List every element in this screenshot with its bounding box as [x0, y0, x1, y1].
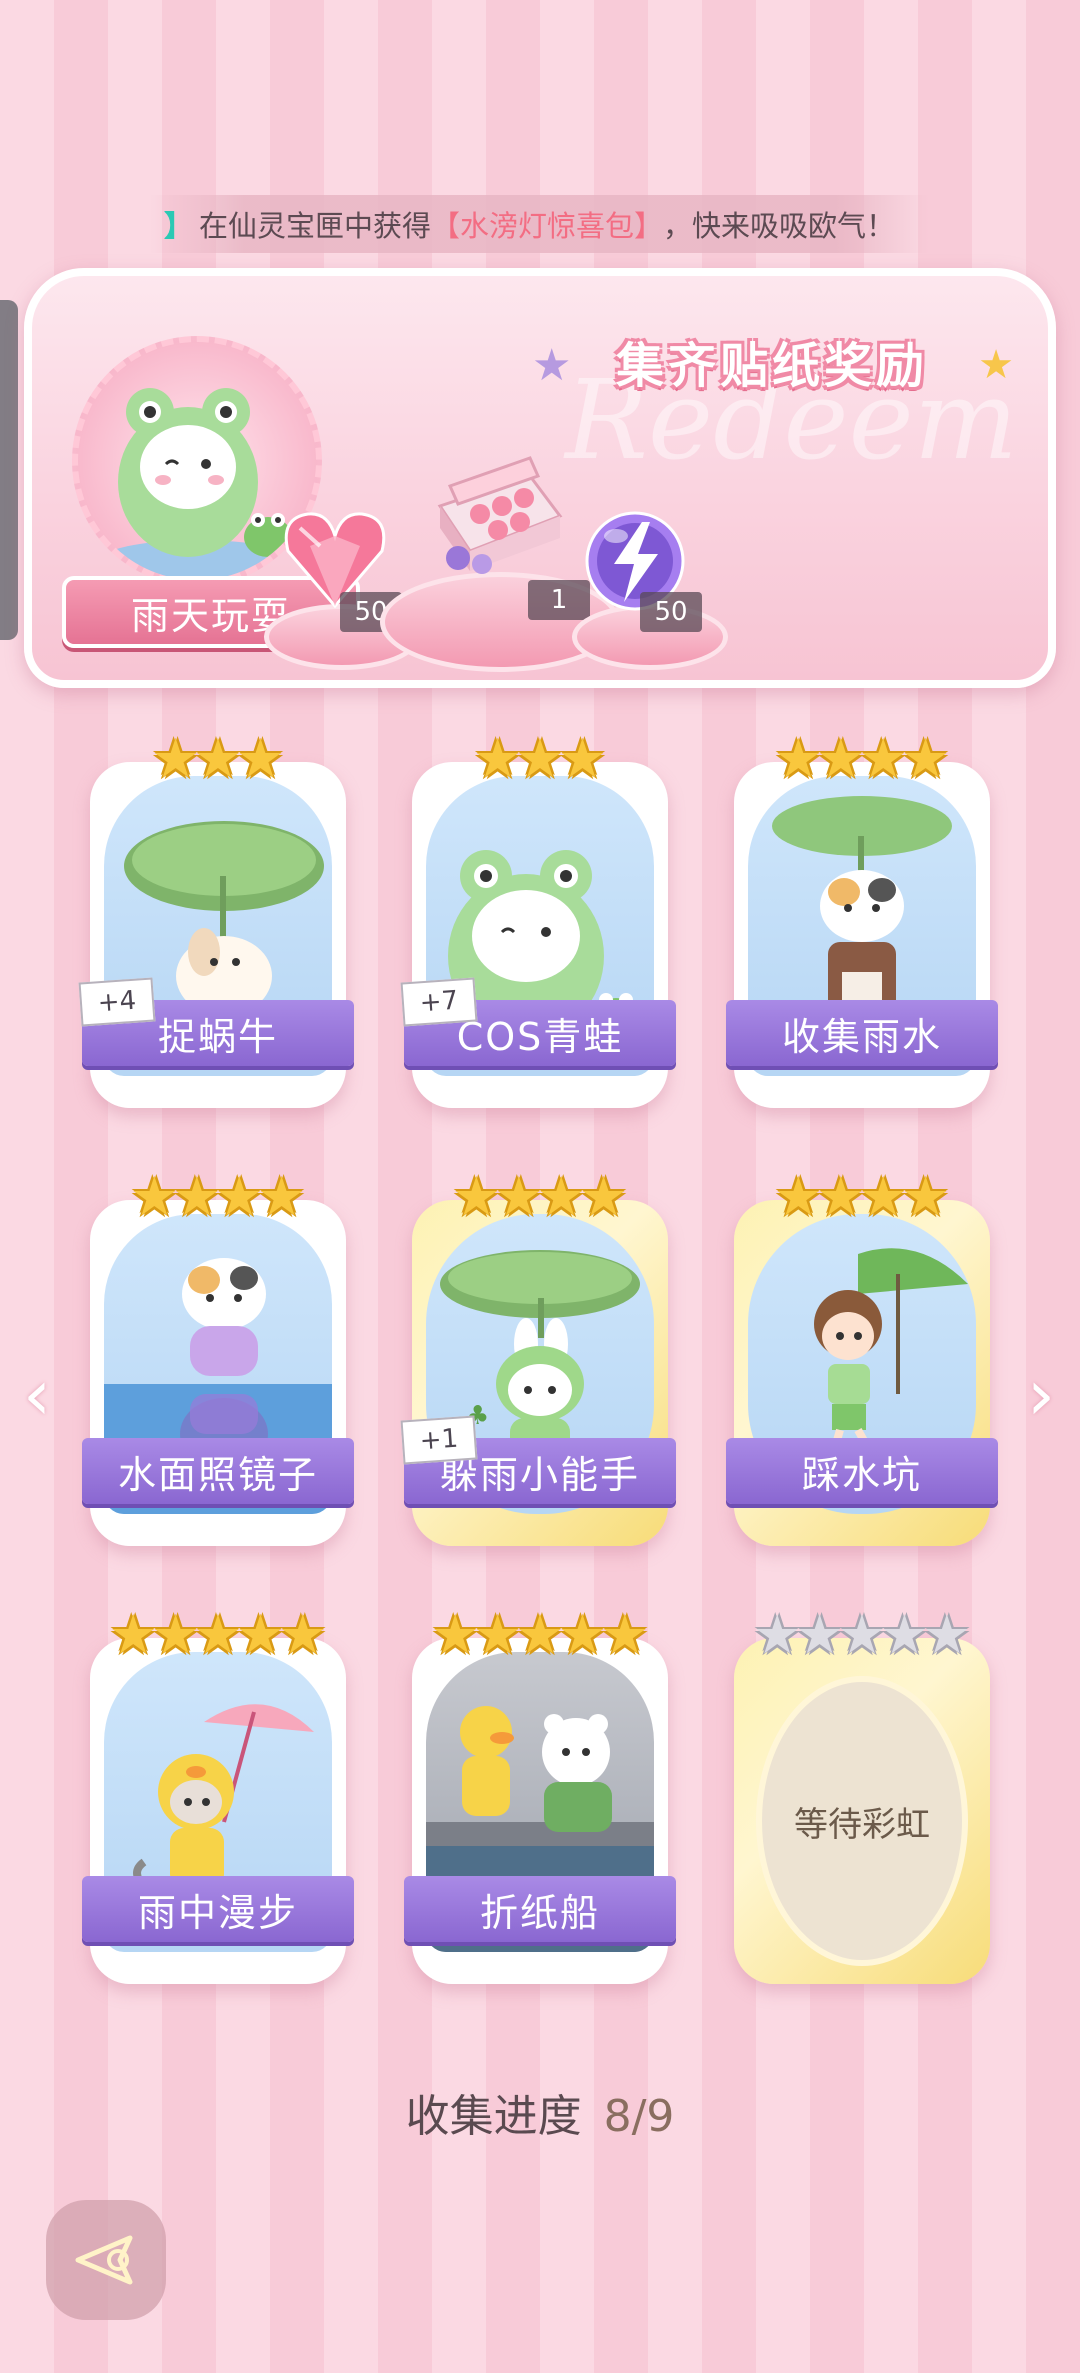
star-icon: ★ [236, 1603, 285, 1666]
star-sparkle-icon: ★ [978, 342, 1018, 388]
reward-title-text: 集齐贴纸奖励 [615, 338, 928, 394]
duplicate-count-badge: +7 [400, 977, 478, 1027]
star-rating: ★ ★ ★ [90, 732, 346, 790]
sticker-card-rain-hider[interactable]: ♣ ★ ★ ★ ★ +1 躲雨小能手 [400, 1170, 676, 1546]
star-rating: ★ ★ ★ [412, 732, 668, 790]
star-icon: ★ [278, 1603, 328, 1666]
star-icon: ★ [859, 727, 908, 790]
marquee-item: 【水滂灯惊喜包】 [431, 209, 664, 243]
star-icon: ★ [430, 1603, 480, 1666]
star-icon: ★ [600, 1603, 650, 1666]
star-icon: ★ [558, 727, 607, 790]
star-icon: ★ [473, 727, 522, 790]
star-icon: ★ [473, 1603, 522, 1666]
star-icon: ★ [816, 1165, 865, 1228]
star-icon: ★ [257, 1165, 306, 1228]
sticker-card-puddle[interactable]: ★ ★ ★ ★ 踩水坑 [726, 1170, 998, 1546]
locked-card-oval: 等待彩虹 [756, 1676, 968, 1966]
sticker-card-mirror[interactable]: ★ ★ ★ ★ 水面照镜子 [82, 1170, 354, 1546]
marquee-suffix: ，快来吸吸欧气！ [663, 209, 896, 243]
sticker-card-rain-walk[interactable]: ★ ★ ★ ★ ★ 雨中漫步 [82, 1608, 354, 1984]
sticker-card-frog-cos[interactable]: ★ ★ ★ +7 COS青蛙 [400, 732, 676, 1108]
star-rating: ★ ★ ★ ★ [734, 732, 990, 790]
next-page-arrow-icon[interactable]: › [1016, 1354, 1066, 1436]
back-arrow-icon [75, 2235, 133, 2285]
star-icon: ★ [515, 1603, 565, 1666]
collection-reward-panel: Redeem ★ 集齐贴纸奖励 ★ 雨天玩耍 50 1 50 [24, 268, 1056, 688]
star-icon: ★ [558, 1603, 607, 1666]
star-icon: ★ [172, 1165, 221, 1228]
sticker-card-snail[interactable]: ★ ★ ★ +4 捉蜗牛 [78, 732, 354, 1108]
announcement-marquee: 】 在仙灵宝匣中获得 【水滂灯惊喜包】 ，快来吸吸欧气！ [150, 195, 930, 253]
star-icon: ★ [537, 1165, 586, 1228]
marquee-bracket: 】 [164, 209, 194, 243]
gift-box-icon [437, 456, 563, 574]
collection-progress: 收集进度 8/9 [0, 2080, 1080, 2144]
card-label: 折纸船 [404, 1876, 676, 1942]
star-rating: ★ ★ ★ ★ [90, 1170, 346, 1228]
reward-item-gift-box[interactable]: 1 [420, 446, 590, 626]
star-empty-icon: ★ [837, 1603, 887, 1666]
star-icon: ★ [151, 727, 200, 790]
star-icon: ★ [215, 1165, 264, 1228]
back-button[interactable] [46, 2200, 166, 2320]
star-icon: ★ [151, 1603, 200, 1666]
previous-page-arrow-icon[interactable]: ‹ [12, 1354, 62, 1436]
sticker-card-rainbow-locked[interactable]: 等待彩虹 ★ ★ ★ ★ ★ [734, 1608, 990, 1984]
reward-item-energy-orb[interactable]: 50 [580, 506, 702, 646]
star-rating: ★ ★ ★ ★ [412, 1170, 668, 1228]
star-empty-icon: ★ [880, 1603, 929, 1666]
star-rating: ★ ★ ★ ★ ★ [412, 1608, 668, 1666]
star-icon: ★ [515, 727, 565, 790]
sticker-card-rainwater[interactable]: ★ ★ ★ ★ 收集雨水 [726, 732, 998, 1108]
star-icon: ★ [130, 1165, 179, 1228]
star-icon: ★ [236, 727, 285, 790]
star-icon: ★ [859, 1165, 908, 1228]
star-empty-icon: ★ [922, 1603, 972, 1666]
star-icon: ★ [193, 727, 243, 790]
star-icon: ★ [193, 1603, 243, 1666]
card-label: 踩水坑 [726, 1438, 998, 1504]
star-rating: ★ ★ ★ ★ [734, 1170, 990, 1228]
card-label: 收集雨水 [726, 1000, 998, 1066]
star-sparkle-icon: ★ [532, 340, 576, 391]
sticker-card-paper-boat[interactable]: ★ ★ ★ ★ ★ 折纸船 [404, 1608, 676, 1984]
side-drawer-handle[interactable] [0, 300, 18, 640]
star-icon: ★ [452, 1165, 501, 1228]
star-icon: ★ [774, 1165, 823, 1228]
marquee-prefix: 在仙灵宝匣中获得 [199, 209, 432, 243]
card-label: 水面照镜子 [82, 1438, 354, 1504]
card-label: 雨中漫步 [82, 1876, 354, 1942]
star-empty-icon: ★ [752, 1603, 802, 1666]
progress-value: 8/9 [603, 2091, 675, 2142]
locked-card-label: 等待彩虹 [794, 1804, 930, 1845]
duplicate-count-badge: +1 [400, 1415, 478, 1465]
reward-title: ★ 集齐贴纸奖励 ★ [532, 316, 1014, 406]
star-empty-icon: ★ [795, 1603, 844, 1666]
star-icon: ★ [816, 727, 865, 790]
star-icon: ★ [774, 727, 823, 790]
star-rating: ★ ★ ★ ★ ★ [734, 1608, 990, 1666]
star-icon: ★ [901, 1165, 950, 1228]
star-icon: ★ [108, 1603, 158, 1666]
star-icon: ★ [494, 1165, 543, 1228]
duplicate-count-badge: +4 [78, 977, 156, 1027]
star-icon: ★ [901, 727, 950, 790]
star-rating: ★ ★ ★ ★ ★ [90, 1608, 346, 1666]
star-icon: ★ [579, 1165, 628, 1228]
reward-count: 50 [640, 592, 702, 632]
progress-label: 收集进度 [405, 2091, 582, 2142]
